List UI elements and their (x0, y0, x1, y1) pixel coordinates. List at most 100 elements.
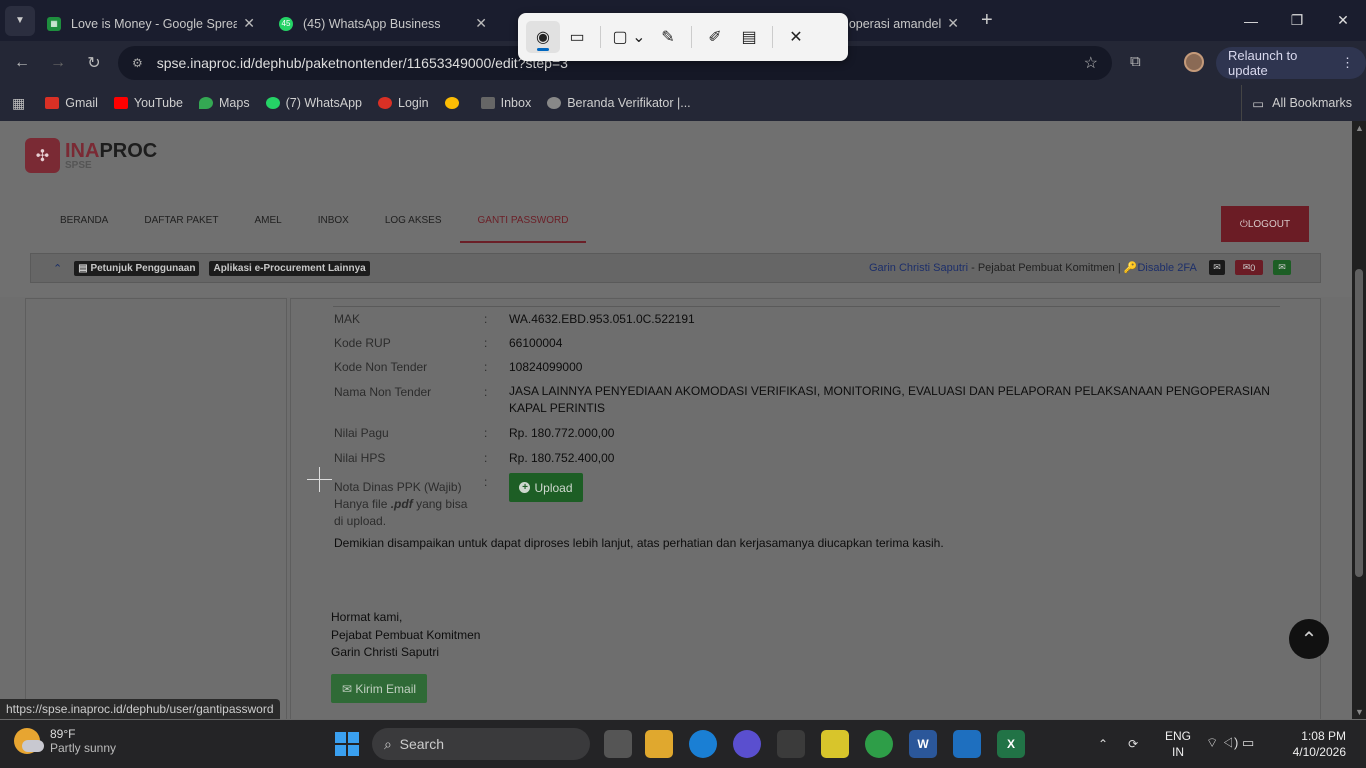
all-bookmarks-button[interactable]: ▭ All Bookmarks (1241, 85, 1352, 121)
youtube-icon (113, 97, 128, 109)
bookmark-item[interactable]: Maps (199, 96, 250, 110)
close-icon[interactable]: ✕ (947, 15, 959, 32)
sync-icon[interactable]: ⟳ (1128, 737, 1138, 751)
excel-icon[interactable]: X (997, 730, 1025, 758)
file-explorer-icon[interactable] (645, 730, 673, 758)
login-icon (378, 97, 393, 109)
send-email-button[interactable]: ✉ Kirim Email (331, 674, 427, 703)
taskbar-search[interactable]: ⌕ Search (372, 728, 590, 760)
open-mail-icon[interactable]: ✉ (1273, 260, 1291, 275)
sticky-notes-icon[interactable] (821, 730, 849, 758)
relaunch-label: Relaunch to update (1228, 48, 1298, 78)
bookmark-item[interactable] (444, 97, 465, 109)
message-icon[interactable]: ✉ (1209, 260, 1225, 275)
minimize-icon[interactable]: — (1228, 13, 1274, 29)
tab-title: (45) WhatsApp Business (303, 16, 441, 31)
temperature: 89°F (50, 727, 76, 741)
bookmark-item[interactable]: Gmail (45, 96, 98, 110)
chrome-icon[interactable] (865, 730, 893, 758)
guide-button[interactable]: ▤ Petunjuk Penggunaan (74, 260, 200, 276)
forward-icon[interactable]: → (40, 54, 76, 72)
chevron-up-icon[interactable]: ⌃ (1098, 737, 1108, 751)
weather-text: Partly sunny (50, 741, 117, 755)
collapse-up-icon[interactable]: ⌃ (53, 262, 62, 275)
restore-icon[interactable]: ❐ (1274, 12, 1320, 29)
mail-count-badge[interactable]: ✉ 0 (1235, 260, 1263, 275)
bookmark-item[interactable]: Inbox (480, 96, 531, 110)
scrollbar-thumb[interactable] (1355, 269, 1363, 577)
inaproc-logo[interactable]: ✣ INAPROC SPSE (25, 138, 157, 173)
rectangle-mode-icon[interactable]: ▢ ⌄ (607, 21, 651, 53)
camera-icon[interactable]: ◉ (526, 21, 560, 53)
scroll-down-icon[interactable]: ▼ (1355, 707, 1364, 717)
user-name-link[interactable]: Garin Christi Saputri (869, 262, 968, 274)
word-icon[interactable]: W (909, 730, 937, 758)
browser-tab[interactable]: 45 (45) WhatsApp Business ✕ (267, 7, 499, 40)
menu-item-ganti-password[interactable]: GANTI PASSWORD (459, 203, 587, 243)
nama-non-tender-label: Nama Non Tender (334, 385, 432, 399)
network-volume-battery-icons[interactable]: ⌔ ◁) ▭ (1206, 735, 1254, 751)
extensions-icon[interactable]: ⧉ (1130, 53, 1141, 70)
kode-rup-label: Kode RUP (334, 336, 391, 350)
whatsapp-icon: 45 (279, 16, 293, 31)
copilot-icon[interactable] (733, 730, 761, 758)
close-icon[interactable]: ✕ (475, 15, 487, 32)
menu-item-beranda[interactable]: BERANDA (42, 203, 126, 243)
task-view-icon[interactable] (604, 730, 632, 758)
scroll-to-top-button[interactable]: ⌃ (1289, 619, 1329, 659)
bookmark-item[interactable]: Beranda Verifikator |... (547, 96, 691, 110)
whatsapp-icon (265, 97, 280, 109)
bookmark-item[interactable]: Login (378, 96, 429, 110)
edge-icon[interactable] (689, 730, 717, 758)
pen-icon[interactable]: ✐ (698, 21, 732, 53)
edit-image-icon[interactable]: ✎ (651, 21, 685, 53)
page-scrollbar[interactable]: ▲ ▼ (1352, 121, 1366, 719)
tab-title: Love is Money - Google Spread (71, 16, 238, 31)
relaunch-button[interactable]: Relaunch to update ⋮ (1216, 47, 1366, 79)
text-actions-icon[interactable]: ▤ (732, 21, 766, 53)
closing-text: Demikian disampaikan untuk dapat diprose… (334, 536, 944, 550)
close-window-icon[interactable]: ✕ (1320, 12, 1366, 29)
video-icon[interactable]: ▭ (560, 21, 594, 53)
user-role: - Pejabat Pembuat Komitmen | (971, 262, 1121, 274)
site-info-icon[interactable]: ⚙ (132, 56, 143, 70)
windows-start-icon[interactable] (335, 732, 359, 756)
menu-item-inbox[interactable]: INBOX (300, 203, 367, 243)
mail-icon (480, 97, 495, 109)
nota-dinas-label: Nota Dinas PPK (Wajib) Hanya file .pdf y… (334, 480, 468, 528)
nilai-pagu-value: Rp. 180.772.000,00 (509, 426, 615, 440)
browser-tab[interactable]: ▦ Love is Money - Google Spread ✕ (35, 7, 267, 40)
disable-2fa-link[interactable]: 🔑Disable 2FA (1124, 262, 1197, 274)
bookmark-item[interactable]: (7) WhatsApp (265, 96, 362, 110)
menu-item-daftar-paket[interactable]: DAFTAR PAKET (126, 203, 236, 243)
menu-item-log-akses[interactable]: LOG AKSES (367, 203, 460, 243)
weather-icon (14, 728, 44, 754)
star-icon[interactable]: ☆ (1084, 53, 1098, 73)
folder-icon: ▭ (1252, 96, 1265, 111)
logout-button[interactable]: ⏻ LOGOUT (1221, 206, 1309, 242)
back-icon[interactable]: ← (4, 54, 40, 72)
clock[interactable]: 1:08 PM 4/10/2026 (1292, 728, 1346, 760)
calculator-icon[interactable] (953, 730, 981, 758)
site-header: ✣ INAPROC SPSE BERANDA DAFTAR PAKET AMEL… (0, 121, 1352, 297)
upload-button[interactable]: + Upload (509, 473, 583, 502)
weather-widget[interactable]: 89°F Partly sunny (14, 727, 116, 755)
language-indicator[interactable]: ENG IN (1165, 728, 1191, 760)
apps-grid-icon[interactable]: ▦ (12, 95, 25, 112)
people-icon: ✣ (25, 138, 60, 173)
nama-non-tender-value: JASA LAINNYA PENYEDIAAN AKOMODASI VERIFI… (509, 384, 1270, 415)
camera-app-icon[interactable] (777, 730, 805, 758)
profile-avatar[interactable] (1184, 52, 1204, 72)
tab-search-button[interactable]: ▼ (5, 5, 35, 36)
bookmark-item[interactable]: YouTube (113, 96, 183, 110)
nilai-hps-value: Rp. 180.752.400,00 (509, 451, 615, 465)
close-icon[interactable]: ✕ (243, 15, 255, 32)
system-tray: ⌃ ⟳ (1098, 720, 1138, 768)
reload-icon[interactable]: ↻ (76, 53, 112, 73)
menu-item-amel[interactable]: AMEL (236, 203, 299, 243)
kode-rup-value: 66100004 (509, 336, 563, 350)
scroll-up-icon[interactable]: ▲ (1355, 123, 1364, 133)
apps-button[interactable]: Aplikasi e-Procurement Lainnya (209, 260, 370, 276)
new-tab-button[interactable]: + (981, 9, 993, 32)
close-icon[interactable]: ✕ (779, 21, 813, 53)
